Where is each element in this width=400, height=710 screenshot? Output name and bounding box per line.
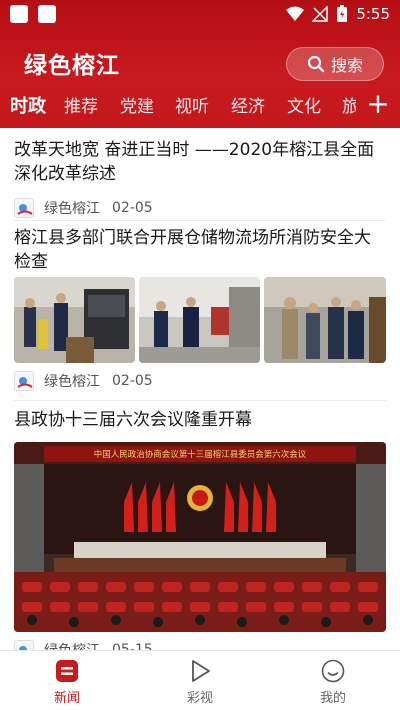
- tab-shizheng[interactable]: 时政: [10, 92, 46, 118]
- tab-jingji[interactable]: 经济: [231, 92, 265, 117]
- app-header: 5:55 绿色榕江 搜索 时政 推荐 党建 视听 经济 文化 旅 +: [0, 0, 400, 128]
- source-logo-icon: [14, 198, 34, 218]
- search-icon: [307, 55, 325, 73]
- nav-profile[interactable]: 我的: [293, 651, 373, 710]
- tab-tuijian[interactable]: 推荐: [64, 92, 98, 117]
- tab-overflow: 旅: [330, 92, 356, 122]
- tab-shiting[interactable]: 视听: [175, 92, 209, 117]
- notification-icon: [38, 5, 56, 23]
- tab-wenhua[interactable]: 文化: [287, 92, 321, 117]
- nav-label: 彩视: [186, 691, 213, 706]
- divider: [14, 220, 386, 221]
- article-meta: 绿色榕江 05-15: [14, 639, 153, 650]
- news-item[interactable]: 县政协十三届六次会议隆重开幕 中国人民政治协商会议第十三届榕江县委员会第六次会议: [14, 408, 386, 650]
- article-source: 绿色榕江: [44, 201, 100, 217]
- article-source: 绿色榕江: [44, 640, 100, 650]
- photo-strip: [14, 277, 386, 363]
- tab-dangjian[interactable]: 党建: [120, 92, 154, 117]
- article-date: 02-05: [112, 373, 153, 389]
- app-screen: 5:55 绿色榕江 搜索 时政 推荐 党建 视听 经济 文化 旅 + 改革天地宽…: [0, 0, 400, 710]
- wifi-icon: [286, 6, 305, 21]
- article-date: 02-05: [112, 200, 153, 216]
- article-meta: 绿色榕江 02-05: [14, 197, 153, 219]
- tab-lv[interactable]: 旅: [342, 92, 356, 117]
- brand-row: 绿色榕江 搜索: [0, 44, 400, 88]
- nav-news[interactable]: 新闻: [27, 651, 107, 710]
- play-icon: [192, 660, 210, 682]
- add-channel-button[interactable]: +: [364, 89, 392, 119]
- profile-icon: [321, 659, 345, 683]
- search-label: 搜索: [330, 56, 363, 75]
- news-item[interactable]: 榕江县多部门联合开展仓储物流场所消防安全大检查: [14, 226, 386, 363]
- status-bar: 5:55: [0, 0, 400, 30]
- article-title[interactable]: 县政协十三届六次会议隆重开幕: [14, 408, 386, 432]
- nav-label: 新闻: [53, 691, 80, 706]
- app-title: 绿色榕江: [24, 53, 120, 79]
- article-title[interactable]: 改革天地宽 奋进正当时 ——2020年榕江县全面深化改革综述: [14, 138, 386, 186]
- divider: [14, 400, 386, 401]
- category-tabs: 时政 推荐 党建 视听 经济 文化 旅 +: [0, 89, 400, 122]
- news-icon: [56, 660, 78, 682]
- source-logo-icon: [14, 640, 34, 650]
- nav-video[interactable]: 彩视: [160, 651, 240, 710]
- article-source: 绿色榕江: [44, 374, 100, 390]
- search-button[interactable]: 搜索: [286, 47, 384, 81]
- article-photo[interactable]: [14, 277, 135, 363]
- article-date: 05-15: [112, 642, 153, 650]
- article-photo[interactable]: [139, 277, 260, 363]
- no-signal-icon: [312, 6, 329, 22]
- battery-icon: [337, 5, 348, 22]
- article-title[interactable]: 榕江县多部门联合开展仓储物流场所消防安全大检查: [14, 226, 386, 274]
- bottom-navigation: 新闻 彩视 我的: [0, 650, 400, 710]
- source-logo-icon: [14, 371, 34, 391]
- nav-label: 我的: [319, 691, 346, 706]
- article-meta: 绿色榕江 02-05: [14, 370, 153, 392]
- article-photo[interactable]: [264, 277, 386, 363]
- notification-icon: [10, 5, 28, 23]
- news-item[interactable]: 改革天地宽 奋进正当时 ——2020年榕江县全面深化改革综述 绿色榕江 02-0…: [14, 138, 386, 218]
- news-feed[interactable]: 改革天地宽 奋进正当时 ——2020年榕江县全面深化改革综述 绿色榕江 02-0…: [0, 128, 400, 650]
- meeting-banner: 中国人民政治协商会议第十三届榕江县委员会第六次会议: [94, 449, 307, 460]
- clock: 5:55: [356, 5, 390, 23]
- article-photo[interactable]: 中国人民政治协商会议第十三届榕江县委员会第六次会议: [14, 442, 386, 632]
